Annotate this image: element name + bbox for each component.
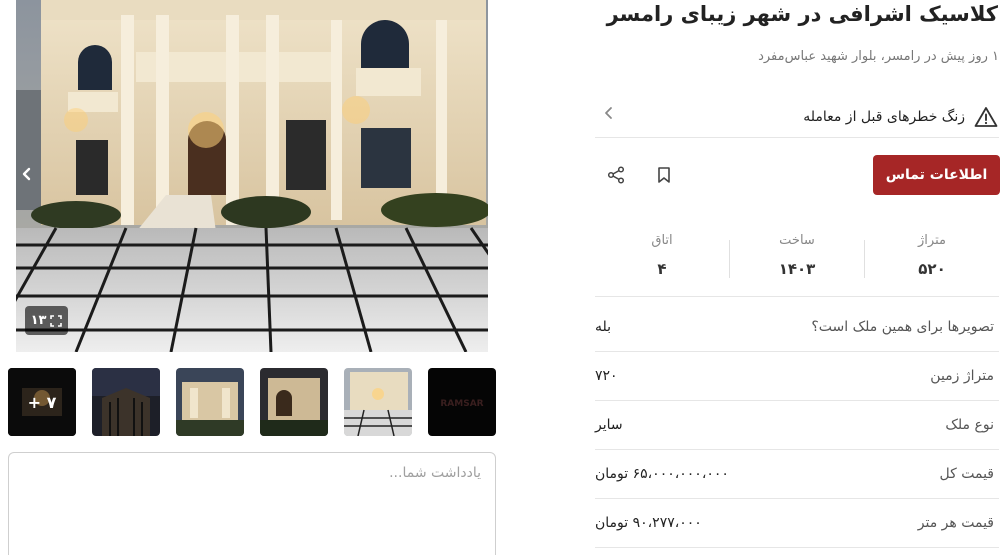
detail-row-total-price: قیمت کل ۶۵،۰۰۰،۰۰۰،۰۰۰ تومان bbox=[595, 450, 999, 499]
stat-value: ۵۲۰ bbox=[918, 260, 946, 278]
detail-value: ۷۲۰ bbox=[595, 368, 618, 384]
expand-icon bbox=[50, 314, 63, 327]
thumbnail[interactable] bbox=[176, 368, 244, 436]
thumbnail-image: RAMSAR bbox=[428, 368, 496, 436]
bookmark-icon bbox=[658, 167, 670, 183]
detail-value: ۹۰،۲۷۷،۰۰۰ تومان bbox=[595, 515, 702, 531]
more-thumbnails-button[interactable]: + ۷ bbox=[8, 368, 76, 436]
thumbnail[interactable] bbox=[92, 368, 160, 436]
photo-count: ۱۳ bbox=[30, 313, 47, 328]
listing-info-panel: کلاسیک اشرافی در شهر زیبای رامسر ۱ روز پ… bbox=[595, 0, 1005, 555]
thumbnail-image bbox=[176, 368, 244, 436]
thumbnail-active[interactable] bbox=[344, 368, 412, 436]
warning-triangle-icon bbox=[973, 104, 999, 130]
listing-title: کلاسیک اشرافی در شهر زیبای رامسر bbox=[606, 2, 998, 26]
stat-divider bbox=[729, 240, 730, 278]
stat-label: متراژ bbox=[918, 233, 946, 248]
share-icon bbox=[607, 166, 625, 184]
thumbnail-image bbox=[260, 368, 328, 436]
stat-divider bbox=[864, 240, 865, 278]
main-photo[interactable] bbox=[16, 0, 488, 352]
detail-row-price-per-meter: قیمت هر متر ۹۰،۲۷۷،۰۰۰ تومان bbox=[595, 499, 999, 548]
stat-value: ۱۴۰۳ bbox=[778, 260, 816, 278]
detail-key: قیمت هر متر bbox=[917, 515, 994, 531]
thumbnail-strip: + ۷ RAMSAR bbox=[8, 368, 496, 436]
detail-key: تصویرها برای همین ملک است؟ bbox=[811, 319, 994, 335]
stat-build-year: ساخت ۱۴۰۳ bbox=[730, 233, 864, 278]
prev-photo-button[interactable] bbox=[16, 162, 38, 186]
detail-key: متراژ زمین bbox=[930, 368, 994, 384]
detail-row-land-area: متراژ زمین ۷۲۰ bbox=[595, 352, 999, 401]
detail-value: ۶۵،۰۰۰،۰۰۰،۰۰۰ تومان bbox=[595, 466, 729, 482]
chevron-left-icon bbox=[22, 167, 31, 181]
photo-count-badge[interactable]: ۱۳ bbox=[25, 306, 68, 335]
stat-label: ساخت bbox=[779, 233, 815, 248]
detail-value: بله bbox=[595, 319, 612, 335]
key-stats: متراژ ۵۲۰ ساخت ۱۴۰۳ اتاق ۴ bbox=[595, 225, 999, 297]
thumbnail[interactable] bbox=[260, 368, 328, 436]
thumbnail[interactable]: RAMSAR bbox=[428, 368, 496, 436]
thumbnail-image bbox=[92, 368, 160, 436]
detail-row-property-type: نوع ملک سایر bbox=[595, 401, 999, 450]
note-textarea[interactable] bbox=[8, 452, 496, 555]
detail-row-photos-authentic: تصویرها برای همین ملک است؟ بله bbox=[595, 303, 999, 352]
mansion-photo bbox=[16, 0, 488, 352]
thumbnail-watermark: RAMSAR bbox=[440, 399, 483, 409]
share-button[interactable] bbox=[603, 162, 629, 188]
thumbnail-image bbox=[344, 368, 412, 436]
stat-area: متراژ ۵۲۰ bbox=[865, 233, 999, 278]
chevron-left-icon bbox=[603, 105, 615, 124]
detail-value: سایر bbox=[595, 417, 623, 433]
detail-key: نوع ملک bbox=[945, 417, 994, 433]
stat-rooms: اتاق ۴ bbox=[595, 233, 729, 278]
listing-subtitle: ۱ روز پیش در رامسر، بلوار شهید عباس‌مفرد bbox=[758, 49, 999, 64]
stat-label: اتاق bbox=[651, 233, 673, 248]
more-thumbnails-count: + ۷ bbox=[27, 392, 57, 412]
bookmark-button[interactable] bbox=[651, 162, 677, 188]
detail-key: قیمت کل bbox=[939, 466, 994, 482]
contact-info-button[interactable]: اطلاعات تماس bbox=[873, 155, 1000, 195]
stat-value: ۴ bbox=[657, 260, 667, 278]
risk-warning-label: زنگ خطرهای قبل از معامله bbox=[803, 108, 965, 125]
risk-warning-row[interactable]: زنگ خطرهای قبل از معامله bbox=[595, 96, 999, 138]
